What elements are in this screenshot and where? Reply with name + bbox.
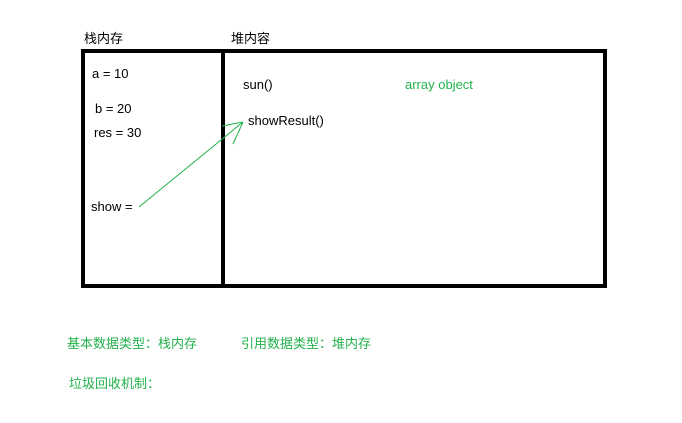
legend-primitive: 基本数据类型：栈内存 [67,336,198,351]
legend-reference: 引用数据类型：堆内存 [241,336,372,351]
pointer-arrow [138,121,244,208]
arrow-icon [138,121,244,208]
legend-gc: 垃圾回收机制： [69,376,161,391]
